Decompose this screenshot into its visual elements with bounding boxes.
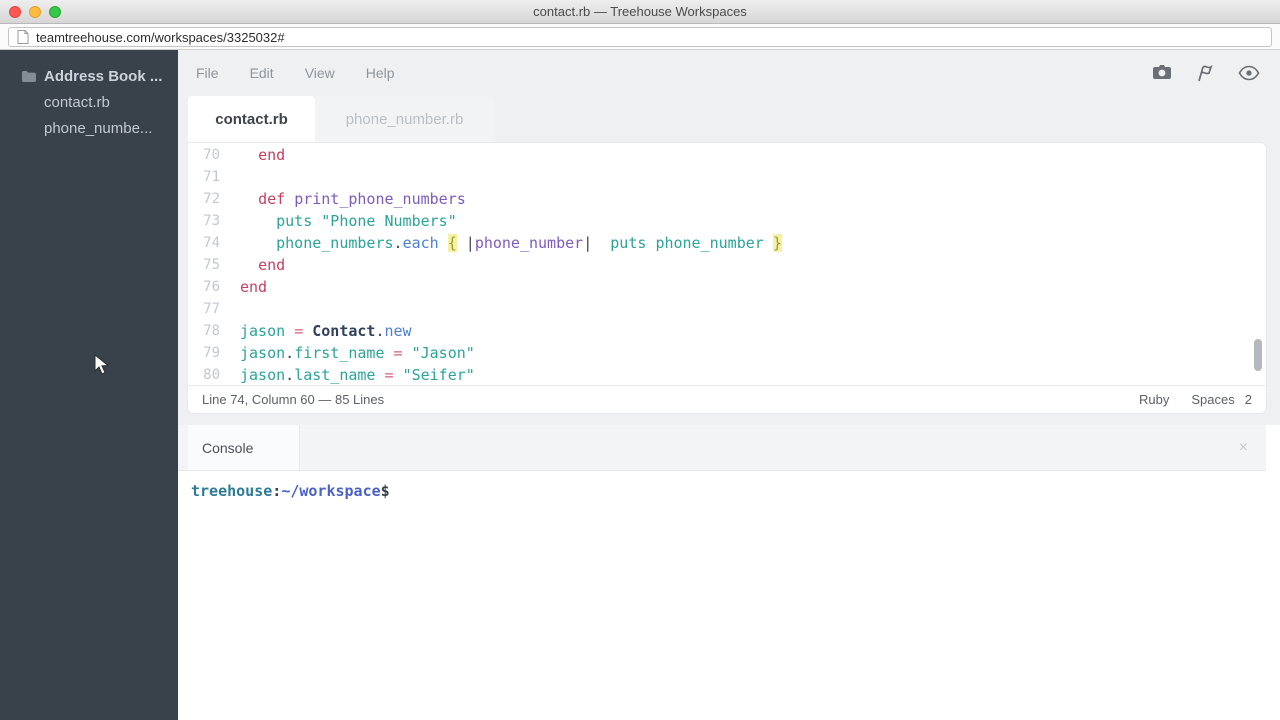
sidebar-item-phone-numbe[interactable]: phone_numbe... (0, 115, 178, 141)
eye-icon[interactable] (1238, 65, 1260, 81)
code-line[interactable]: 71 (188, 166, 1266, 188)
code-line[interactable]: 76 end (188, 276, 1266, 298)
line-number: 79 (196, 345, 220, 361)
address-bar[interactable]: teamtreehouse.com/workspaces/3325032# (8, 27, 1272, 47)
line-number: 70 (196, 147, 220, 163)
code-line[interactable]: 75 end (188, 254, 1266, 276)
language-indicator[interactable]: Ruby (1139, 392, 1169, 407)
workspace-menubar: File Edit View Help (178, 50, 1280, 96)
menu-item-view[interactable]: View (305, 65, 335, 81)
code-line[interactable]: 77 (188, 298, 1266, 320)
editor-scrollbar-thumb[interactable] (1254, 339, 1262, 371)
tab-console[interactable]: Console (188, 425, 300, 470)
code-text: jason.first_name = "Jason" (240, 344, 475, 362)
code-text: def print_phone_numbers (240, 190, 466, 208)
close-icon[interactable]: × (1239, 440, 1248, 456)
code-text: end (240, 256, 285, 274)
tab-contact-rb[interactable]: contact.rb (188, 96, 315, 143)
terminal[interactable]: treehouse:~/workspace$ (178, 471, 1280, 720)
code-editor[interactable]: 70 end7172 def print_phone_numbers73 put… (188, 143, 1266, 385)
camera-icon[interactable] (1152, 64, 1172, 82)
code-text: jason.last_name = "Seifer" (240, 366, 475, 384)
file-sidebar: Address Book ... contact.rb phone_numbe... (0, 50, 178, 720)
folder-icon (22, 71, 44, 82)
panel-gap (178, 413, 1280, 425)
menu-item-file[interactable]: File (196, 65, 219, 81)
code-line[interactable]: 70 end (188, 144, 1266, 166)
editor-statusbar: Line 74, Column 60 — 85 Lines Ruby Space… (188, 385, 1266, 413)
code-line[interactable]: 78 jason = Contact.new (188, 320, 1266, 342)
menu-item-edit[interactable]: Edit (250, 65, 274, 81)
code-text: phone_numbers.each { |phone_number| puts… (240, 234, 782, 252)
menu-item-help[interactable]: Help (366, 65, 395, 81)
sidebar-item-label: Address Book ... (44, 68, 162, 85)
editor-tabrow: contact.rbphone_number.rb (178, 96, 1280, 143)
flag-icon[interactable] (1195, 64, 1215, 83)
code-text: puts "Phone Numbers" (240, 212, 457, 230)
sidebar-item-label: contact.rb (44, 94, 110, 111)
line-number: 80 (196, 367, 220, 383)
menubar-icons (1152, 64, 1260, 83)
page-icon (17, 30, 29, 44)
prompt-segment-sym: $ (381, 482, 390, 500)
line-number: 73 (196, 213, 220, 229)
browser-urlbar: teamtreehouse.com/workspaces/3325032# (0, 24, 1280, 50)
code-text: end (240, 278, 267, 296)
prompt-segment-host: treehouse (191, 482, 272, 500)
sidebar-item-address-book[interactable]: Address Book ... (0, 63, 178, 89)
cursor-position-text: Line 74, Column 60 — 85 Lines (202, 392, 384, 407)
line-number: 71 (196, 169, 220, 185)
line-number: 72 (196, 191, 220, 207)
window-title: contact.rb — Treehouse Workspaces (0, 4, 1280, 19)
sidebar-item-label: phone_numbe... (44, 120, 152, 137)
line-number: 76 (196, 279, 220, 295)
browser-window: contact.rb — Treehouse Workspaces teamtr… (0, 0, 1280, 720)
code-line[interactable]: 72 def print_phone_numbers (188, 188, 1266, 210)
code-text: end (240, 146, 285, 164)
line-number: 78 (196, 323, 220, 339)
code-text: jason = Contact.new (240, 322, 412, 340)
code-line[interactable]: 74 phone_numbers.each { |phone_number| p… (188, 232, 1266, 254)
tab-phone_number-rb[interactable]: phone_number.rb (315, 96, 494, 143)
line-number: 74 (196, 235, 220, 251)
prompt-segment-sym: : (272, 482, 281, 500)
window-titlebar: contact.rb — Treehouse Workspaces (0, 0, 1280, 24)
sidebar-item-contact-rb[interactable]: contact.rb (0, 89, 178, 115)
line-number: 77 (196, 301, 220, 317)
code-line[interactable]: 73 puts "Phone Numbers" (188, 210, 1266, 232)
indent-size-indicator[interactable]: 2 (1245, 392, 1252, 407)
indent-type-indicator[interactable]: Spaces (1191, 392, 1234, 407)
console-header: Console × (178, 425, 1266, 471)
prompt-segment-path: ~/workspace (281, 482, 380, 500)
line-number: 75 (196, 257, 220, 273)
editor-card: 70 end7172 def print_phone_numbers73 put… (188, 143, 1266, 413)
console-panel: Console × treehouse:~/workspace$ (178, 425, 1280, 720)
code-line[interactable]: 80 jason.last_name = "Seifer" (188, 364, 1266, 385)
url-text: teamtreehouse.com/workspaces/3325032# (36, 30, 285, 45)
code-line[interactable]: 79 jason.first_name = "Jason" (188, 342, 1266, 364)
